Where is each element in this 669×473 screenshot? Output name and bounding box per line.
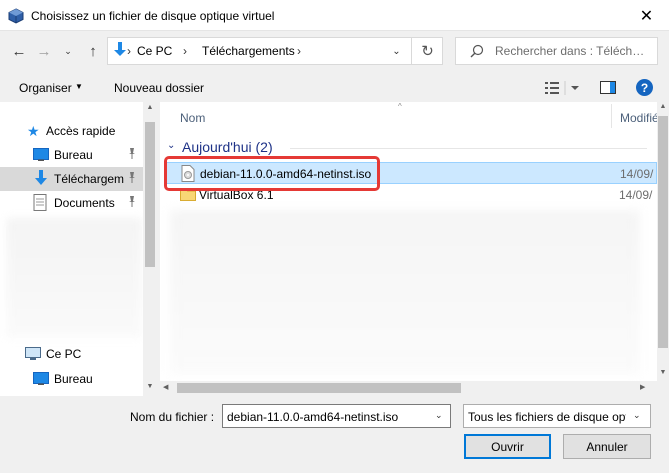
star-icon: ★ bbox=[27, 123, 40, 139]
pin-icon[interactable] bbox=[127, 148, 137, 162]
forward-arrow-icon: → bbox=[36, 42, 52, 60]
search-placeholder: Rechercher dans : Téléchargements bbox=[495, 44, 650, 58]
sidebar-item-label: Bureau bbox=[54, 148, 93, 162]
sidebar-item-label: Bureau bbox=[54, 372, 93, 386]
preview-pane-button[interactable] bbox=[600, 81, 616, 94]
group-divider bbox=[290, 148, 647, 149]
column-header-modified[interactable]: Modifié le bbox=[620, 111, 657, 125]
desktop-icon bbox=[33, 372, 49, 386]
blurred-region bbox=[170, 210, 640, 375]
change-view-button[interactable] bbox=[545, 80, 583, 96]
chevron-down-icon: ⌄ bbox=[392, 45, 401, 57]
chevron-down-icon: ⌄ bbox=[64, 45, 72, 56]
organise-button[interactable]: Organiser bbox=[19, 81, 72, 95]
group-header-today[interactable]: Aujourd'hui (2) bbox=[182, 139, 273, 155]
document-icon bbox=[33, 194, 49, 211]
scrollbar-corner bbox=[657, 381, 669, 395]
scrollbar-thumb[interactable] bbox=[177, 383, 461, 393]
download-icon bbox=[33, 170, 49, 185]
file-date: 14/09/ bbox=[619, 188, 653, 202]
cancel-button[interactable]: Annuler bbox=[563, 434, 651, 459]
scrollbar-thumb[interactable] bbox=[145, 122, 155, 267]
close-icon: ✕ bbox=[639, 7, 654, 25]
sidebar-item-this-pc[interactable]: Ce PC bbox=[0, 342, 143, 366]
breadcrumb-separator: › bbox=[127, 44, 131, 58]
computer-icon bbox=[25, 347, 41, 361]
scroll-right-arrow-icon[interactable]: ▶ bbox=[640, 383, 645, 391]
scroll-down-arrow-icon[interactable]: ▼ bbox=[657, 369, 669, 376]
sidebar-item-desktop[interactable]: Bureau bbox=[0, 143, 143, 167]
sidebar-item-label: Accès rapide bbox=[46, 124, 116, 138]
address-dropdown-button[interactable]: ⌄ bbox=[383, 37, 410, 65]
help-button[interactable]: ? bbox=[636, 79, 653, 96]
filename-input[interactable]: debian-11.0.0-amd64-netinst.iso bbox=[222, 404, 451, 428]
blurred-region bbox=[6, 218, 142, 338]
close-button[interactable]: ✕ bbox=[624, 0, 669, 31]
open-button[interactable]: Ouvrir bbox=[464, 434, 551, 459]
refresh-button[interactable]: ↻ bbox=[411, 37, 443, 65]
back-arrow-icon: ← bbox=[11, 42, 27, 60]
scroll-up-arrow-icon[interactable]: ▲ bbox=[657, 103, 669, 110]
search-icon bbox=[470, 44, 484, 58]
file-date: 14/09/ bbox=[620, 167, 654, 181]
sidebar-item-label: Documents bbox=[54, 196, 115, 210]
annotation-highlight-box bbox=[164, 156, 380, 191]
up-arrow-icon: ↑ bbox=[89, 42, 97, 60]
chevron-down-icon[interactable]: ⌄ bbox=[435, 410, 443, 421]
back-button[interactable]: ← bbox=[8, 40, 30, 62]
recent-locations-button[interactable]: ⌄ bbox=[57, 40, 79, 62]
caret-down-icon: ▼ bbox=[75, 82, 83, 91]
refresh-icon: ↻ bbox=[421, 43, 434, 60]
window-title: Choisissez un fichier de disque optique … bbox=[31, 9, 275, 23]
pin-icon[interactable] bbox=[127, 172, 137, 186]
forward-button[interactable]: → bbox=[33, 40, 55, 62]
sidebar-item-downloads[interactable]: Téléchargements bbox=[0, 167, 143, 191]
scroll-up-arrow-icon[interactable]: ▲ bbox=[143, 104, 157, 111]
sidebar-item-label: Ce PC bbox=[46, 347, 82, 361]
sort-caret-icon: ^ bbox=[398, 102, 402, 111]
filetype-select[interactable]: Tous les fichiers de disque optique bbox=[463, 404, 651, 428]
sidebar-item-quick-access[interactable]: ★ Accès rapide bbox=[0, 119, 143, 143]
breadcrumb-separator: › bbox=[297, 44, 301, 58]
column-header-name[interactable]: Nom bbox=[180, 111, 205, 125]
group-collapse-chevron-icon[interactable]: ⌄ bbox=[167, 140, 175, 151]
chevron-down-icon[interactable]: ⌄ bbox=[633, 410, 641, 421]
file-list-vertical-scrollbar[interactable] bbox=[657, 102, 669, 381]
sidebar-item-documents[interactable]: Documents bbox=[0, 191, 143, 215]
breadcrumb-this-pc[interactable]: Ce PC bbox=[137, 44, 172, 58]
sidebar-item-pc-desktop[interactable]: Bureau bbox=[0, 367, 143, 391]
up-button[interactable]: ↑ bbox=[82, 40, 104, 62]
pin-icon[interactable] bbox=[127, 196, 137, 210]
column-divider[interactable] bbox=[611, 104, 612, 128]
desktop-icon bbox=[33, 148, 49, 162]
download-location-icon bbox=[113, 42, 127, 61]
scroll-down-arrow-icon[interactable]: ▼ bbox=[143, 383, 157, 390]
breadcrumb-separator: › bbox=[183, 44, 187, 58]
new-folder-button[interactable]: Nouveau dossier bbox=[114, 81, 204, 95]
virtualbox-app-icon bbox=[8, 8, 24, 24]
scrollbar-thumb[interactable] bbox=[658, 116, 668, 348]
filetype-value: Tous les fichiers de disque optique bbox=[468, 410, 626, 424]
filename-label: Nom du fichier : bbox=[130, 410, 215, 424]
file-list-horizontal-scrollbar[interactable] bbox=[160, 381, 657, 395]
scroll-left-arrow-icon[interactable]: ◀ bbox=[163, 383, 168, 391]
sidebar-item-label: Téléchargements bbox=[54, 172, 124, 186]
breadcrumb-downloads[interactable]: Téléchargements bbox=[202, 44, 295, 58]
sidebar-scrollbar[interactable] bbox=[143, 102, 157, 396]
column-header-label: Modifié le bbox=[620, 111, 657, 125]
